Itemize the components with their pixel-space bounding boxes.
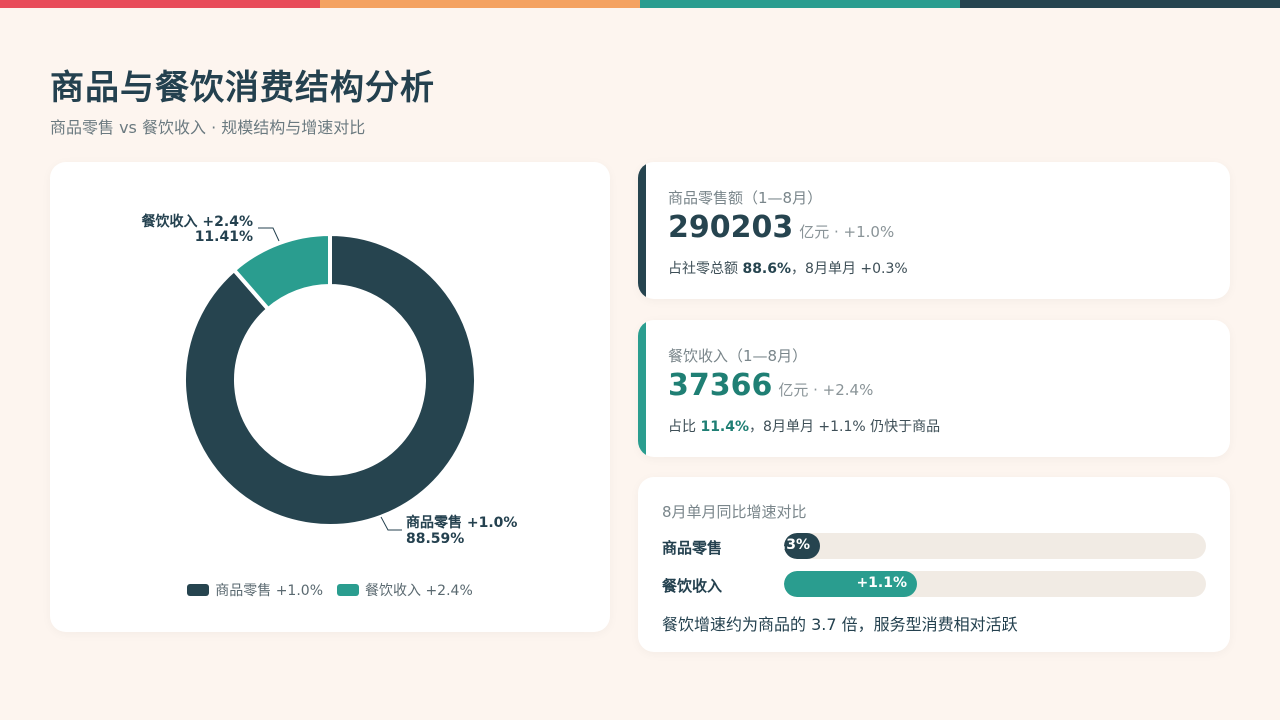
growth-bar-value: +1.1% bbox=[856, 575, 907, 591]
growth-row-retail: 商品零售 +0.3% bbox=[662, 533, 1206, 559]
legend-label-catering: 餐饮收入 +2.4% bbox=[365, 583, 473, 599]
growth-bar-track: +1.1% bbox=[784, 571, 1206, 597]
legend-item-catering[interactable]: 餐饮收入 +2.4% bbox=[337, 580, 473, 600]
kpi-unit: 亿元 · +2.4% bbox=[778, 381, 874, 399]
growth-row-label: 商品零售 bbox=[662, 539, 723, 557]
slice-pct-catering: 11.41% bbox=[195, 229, 253, 245]
kpi-card-catering: 餐饮收入（1—8月） 37366 亿元 · +2.4% 占比 11.4%，8月单… bbox=[638, 320, 1230, 457]
legend-swatch-catering bbox=[337, 584, 359, 596]
kpi-desc-prefix: 占社零总额 bbox=[668, 261, 743, 277]
kpi-label: 商品零售额（1—8月） bbox=[668, 189, 823, 207]
growth-title: 8月单月同比增速对比 bbox=[662, 503, 807, 521]
leader-line-catering bbox=[258, 227, 280, 242]
kpi-accent-bar bbox=[638, 320, 646, 457]
top-bar-segment-teal bbox=[640, 0, 960, 8]
growth-comparison-card: 8月单月同比增速对比 商品零售 +0.3% 餐饮收入 +1.1% 餐饮增速约为商… bbox=[638, 477, 1230, 652]
kpi-card-retail: 商品零售额（1—8月） 290203 亿元 · +1.0% 占社零总额 88.6… bbox=[638, 162, 1230, 299]
kpi-description: 占比 11.4%，8月单月 +1.1% 仍快于商品 bbox=[668, 416, 940, 436]
kpi-value-row: 37366 亿元 · +2.4% bbox=[668, 368, 873, 403]
kpi-value: 37366 bbox=[668, 368, 773, 403]
slice-pct-retail: 88.59% bbox=[406, 531, 464, 547]
top-bar-segment-navy bbox=[960, 0, 1280, 8]
growth-bar-value: +0.3% bbox=[784, 537, 810, 553]
kpi-unit: 亿元 · +1.0% bbox=[799, 223, 895, 241]
slice-label-retail: 商品零售 +1.0% bbox=[406, 514, 517, 531]
kpi-desc-share: 88.6% bbox=[742, 261, 792, 277]
growth-bar-track: +0.3% bbox=[784, 533, 1206, 559]
kpi-accent-bar bbox=[638, 162, 646, 299]
kpi-label: 餐饮收入（1—8月） bbox=[668, 347, 808, 365]
top-bar-segment-orange bbox=[320, 0, 640, 8]
growth-row-catering: 餐饮收入 +1.1% bbox=[662, 571, 1206, 597]
page-subtitle: 商品零售 vs 餐饮收入 · 规模结构与增速对比 bbox=[50, 118, 366, 137]
chart-legend: 商品零售 +1.0% 餐饮收入 +2.4% bbox=[50, 580, 610, 600]
kpi-value: 290203 bbox=[668, 210, 794, 245]
kpi-desc-suffix: ，8月单月 +0.3% bbox=[791, 261, 908, 277]
legend-item-retail[interactable]: 商品零售 +1.0% bbox=[187, 580, 323, 600]
donut-chart-card: 餐饮收入 +2.4% 11.41% 商品零售 +1.0% 88.59% 商品零售 +1… bbox=[50, 162, 610, 632]
leader-line-retail bbox=[380, 516, 402, 531]
top-bar-segment-red bbox=[0, 0, 320, 8]
page-title: 商品与餐饮消费结构分析 bbox=[50, 68, 435, 108]
slice-label-catering: 餐饮收入 +2.4% bbox=[141, 213, 253, 230]
top-color-bar bbox=[0, 0, 1280, 8]
kpi-desc-share: 11.4% bbox=[700, 419, 750, 435]
kpi-description: 占社零总额 88.6%，8月单月 +0.3% bbox=[668, 258, 908, 278]
kpi-desc-suffix: ，8月单月 +1.1% 仍快于商品 bbox=[749, 419, 941, 435]
kpi-value-row: 290203 亿元 · +1.0% bbox=[668, 210, 894, 245]
growth-row-label: 餐饮收入 bbox=[662, 577, 723, 595]
donut-chart: 餐饮收入 +2.4%11.41% 商品零售 +1.0%88.59% bbox=[141, 213, 518, 547]
growth-note: 餐饮增速约为商品的 3.7 倍，服务型消费相对活跃 bbox=[662, 615, 1018, 634]
legend-label-retail: 商品零售 +1.0% bbox=[215, 583, 323, 599]
kpi-desc-prefix: 占比 bbox=[668, 419, 701, 435]
legend-swatch-retail bbox=[187, 584, 210, 596]
